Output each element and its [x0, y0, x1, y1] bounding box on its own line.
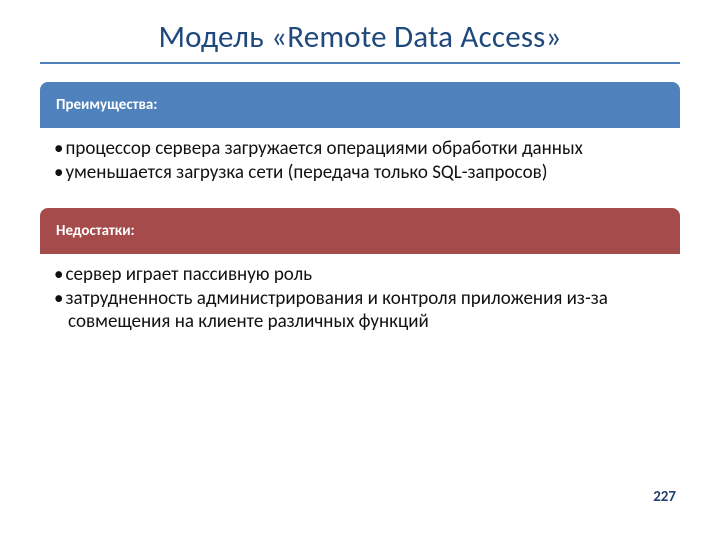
advantages-list: процессор сервера загружается операциями…	[54, 138, 670, 185]
disadvantages-list: сервер играет пассивную роль затрудненно…	[54, 264, 670, 333]
page-title: Модель «Remote Data Access»	[40, 18, 680, 56]
list-item: затрудненность администрирования и контр…	[54, 288, 670, 333]
title-underline	[40, 62, 680, 64]
list-item: уменьшается загрузка сети (передача толь…	[54, 162, 670, 184]
content-stack: Преимущества: процессор сервера загружае…	[40, 82, 680, 345]
list-item: сервер играет пассивную роль	[54, 264, 670, 286]
list-item: процессор сервера загружается операциями…	[54, 138, 670, 160]
disadvantages-block: Недостатки: сервер играет пассивную роль…	[40, 208, 680, 345]
page-number: 227	[653, 488, 676, 506]
advantages-block: Преимущества: процессор сервера загружае…	[40, 82, 680, 218]
slide: Модель «Remote Data Access» Преимущества…	[0, 0, 720, 540]
advantages-body: процессор сервера загружается операциями…	[40, 128, 680, 218]
disadvantages-body: сервер играет пассивную роль затрудненно…	[40, 254, 680, 345]
